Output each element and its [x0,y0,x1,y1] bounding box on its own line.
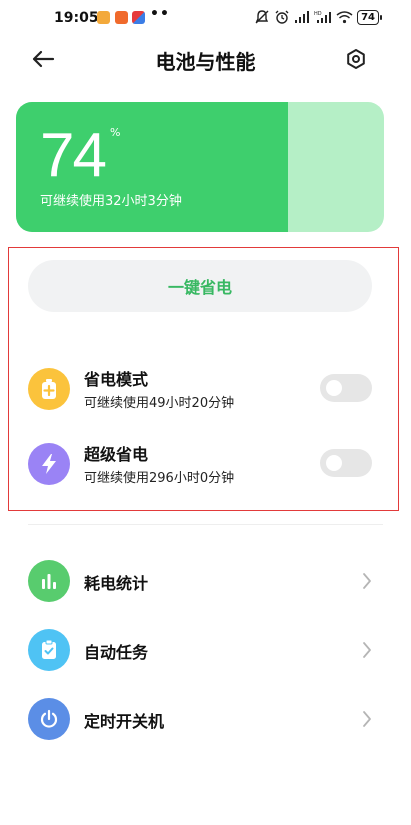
wifi-icon [336,11,353,24]
hd-signal-icon: HD [314,11,332,23]
silent-icon [255,10,269,24]
clipboard-check-icon [28,629,70,671]
battery-plus-icon [28,368,70,410]
svg-text:HD: HD [314,11,322,17]
ultra-power-saving-toggle[interactable] [320,449,372,477]
status-bar: 19:05 •• HD 74 [0,0,411,36]
power-icon [28,698,70,740]
app-notification-icon [97,11,110,24]
bar-chart-icon [28,560,70,602]
status-icons: HD 74 [254,9,382,25]
list-item-power-usage[interactable]: 耗电统计 [28,558,378,604]
battery-icon: 74 [357,9,382,25]
chevron-right-icon [363,573,371,589]
mi-notification-icon [115,11,128,24]
battery-remaining-time: 可继续使用32小时3分钟 [40,194,182,209]
divider [28,524,383,525]
ultra-power-saving-subtitle: 可继续使用296小时0分钟 [84,471,235,486]
settings-icon [347,49,365,69]
browser-notification-icon [132,11,145,24]
lightning-icon [28,443,70,485]
one-key-save-button[interactable]: 一键省电 [28,260,372,312]
list-item-scheduled-power[interactable]: 定时开关机 [28,696,378,742]
battery-percentage: 74 [40,121,107,190]
chevron-right-icon [363,711,371,727]
list-item-auto-tasks[interactable]: 自动任务 [28,627,378,673]
alarm-icon [275,10,289,24]
list-item-label: 自动任务 [84,643,149,662]
power-saving-mode-subtitle: 可继续使用49小时20分钟 [84,396,235,411]
chevron-right-icon [363,642,371,658]
cell-signal-icon [295,11,310,23]
power-saving-mode-row[interactable]: 省电模式 可继续使用49小时20分钟 [28,364,372,414]
power-saving-mode-toggle[interactable] [320,374,372,402]
power-saving-mode-title: 省电模式 [84,370,149,389]
more-notifications-icon: •• [150,6,170,22]
battery-card: 74 % 可继续使用32小时3分钟 [16,102,384,232]
ultra-power-saving-title: 超级省电 [84,445,149,464]
toggle-knob [326,455,342,471]
header: 电池与性能 [0,36,411,82]
list-item-label: 耗电统计 [84,574,149,593]
status-time: 19:05 [54,10,99,26]
ultra-power-saving-row[interactable]: 超级省电 可继续使用296小时0分钟 [28,439,372,489]
settings-button[interactable] [341,44,371,74]
list-item-label: 定时开关机 [84,712,165,731]
battery-unit: % [110,126,121,139]
toggle-knob [326,380,342,396]
